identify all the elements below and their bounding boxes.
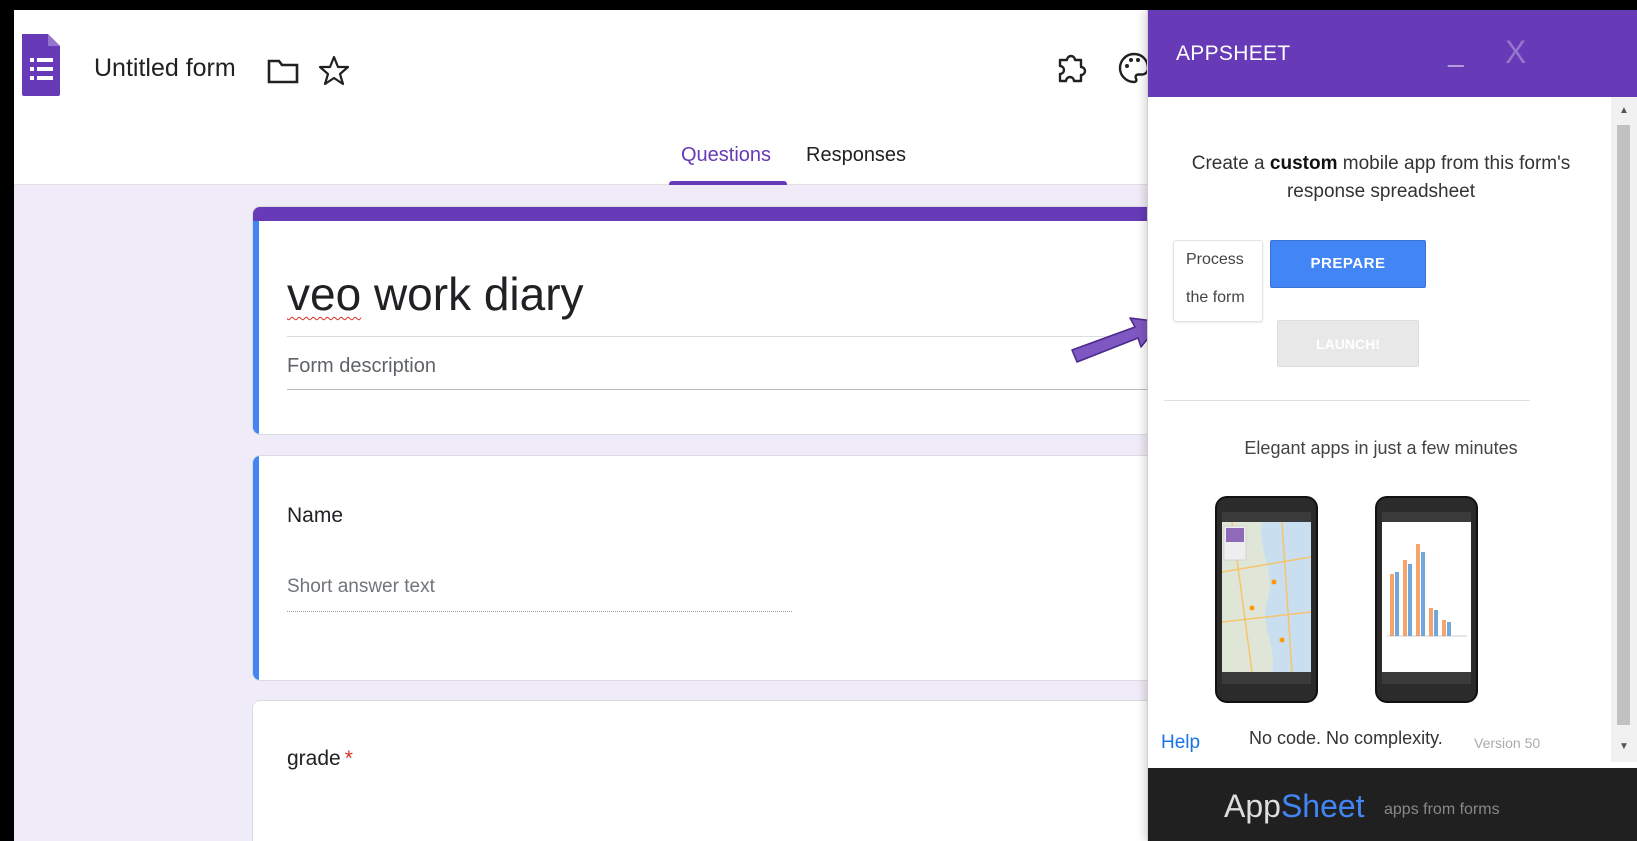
- close-button[interactable]: X: [1505, 34, 1535, 70]
- google-forms-logo-icon[interactable]: [20, 32, 62, 98]
- active-tab-indicator: [669, 181, 787, 185]
- short-answer-placeholder: Short answer text: [287, 576, 435, 597]
- brand-sheet: Sheet: [1280, 788, 1365, 824]
- focus-accent-bar: [253, 221, 259, 434]
- intro-bold: custom: [1269, 153, 1338, 174]
- process-step-label: Process the form: [1173, 240, 1263, 322]
- divider: [1164, 400, 1530, 401]
- appsheet-title: APPSHEET: [1176, 42, 1291, 65]
- addon-puzzle-icon[interactable]: [1054, 50, 1090, 86]
- short-answer-underline: [287, 611, 792, 612]
- tagline: Elegant apps in just a few minutes: [1244, 438, 1518, 458]
- question-title[interactable]: Name: [287, 504, 343, 528]
- question-title[interactable]: grade *: [287, 747, 353, 771]
- version-label: Version 50: [1474, 735, 1541, 751]
- prepare-button[interactable]: PREPARE: [1270, 240, 1426, 288]
- launch-button[interactable]: LAUNCH!: [1277, 320, 1419, 367]
- phone-preview-chart: [1375, 496, 1478, 703]
- screen: Untitled form Questions Responses veo wo…: [14, 10, 1637, 841]
- question-card-name[interactable]: Name Short answer text: [252, 455, 1252, 681]
- phone-screen-chart: [1382, 512, 1471, 684]
- phone-screen-map: [1222, 512, 1311, 684]
- minimize-button[interactable]: _: [1448, 38, 1476, 69]
- required-asterisk: *: [344, 747, 353, 770]
- form-name-underline: [287, 336, 1187, 337]
- scroll-up-arrow-icon[interactable]: ▲: [1619, 105, 1629, 116]
- scroll-down-arrow-icon[interactable]: ▼: [1619, 741, 1629, 752]
- chart-preview-image: [1382, 512, 1471, 684]
- step-line-2: the form: [1186, 289, 1245, 306]
- appsheet-header: APPSHEET _ X: [1148, 10, 1637, 97]
- folder-icon[interactable]: [266, 56, 300, 86]
- scroll-thumb[interactable]: [1617, 125, 1630, 725]
- misspelled-word: veo: [287, 268, 362, 320]
- phone-preview-map: [1215, 496, 1318, 703]
- tab-responses[interactable]: Responses: [806, 128, 906, 185]
- appsheet-brand-bar: AppSheet apps from forms: [1148, 768, 1637, 841]
- brand-subtitle: apps from forms: [1384, 801, 1500, 818]
- appsheet-sidebar: APPSHEET _ X ▲ ▼ Create a custom mobile …: [1147, 10, 1637, 841]
- form-name-input[interactable]: veo work diary: [287, 267, 584, 321]
- appsheet-logo: AppSheet: [1224, 788, 1365, 825]
- question-card-grade[interactable]: grade *: [252, 700, 1252, 841]
- form-description-underline: [287, 389, 1187, 390]
- title-card-top-bar: [253, 207, 1251, 221]
- form-name-rest: work diary: [361, 268, 584, 320]
- sidebar-scrollbar[interactable]: ▲ ▼: [1611, 97, 1637, 762]
- step-line-1: Process: [1186, 251, 1244, 268]
- map-preview-image: [1222, 512, 1311, 684]
- brand-app: App: [1224, 788, 1281, 824]
- tab-questions[interactable]: Questions: [665, 128, 787, 185]
- help-link[interactable]: Help: [1161, 732, 1200, 754]
- appsheet-intro-text: Create a custom mobile app from this for…: [1166, 150, 1596, 206]
- question-title-text: grade: [287, 747, 341, 770]
- star-icon[interactable]: [317, 54, 351, 88]
- footer-text: No code. No complexity.: [1249, 728, 1443, 748]
- tab-questions-label: Questions: [680, 144, 772, 166]
- form-title[interactable]: Untitled form: [94, 54, 236, 83]
- focus-accent-bar: [253, 456, 259, 680]
- intro-pre: Create a: [1191, 153, 1270, 174]
- form-description-input[interactable]: Form description: [287, 355, 436, 378]
